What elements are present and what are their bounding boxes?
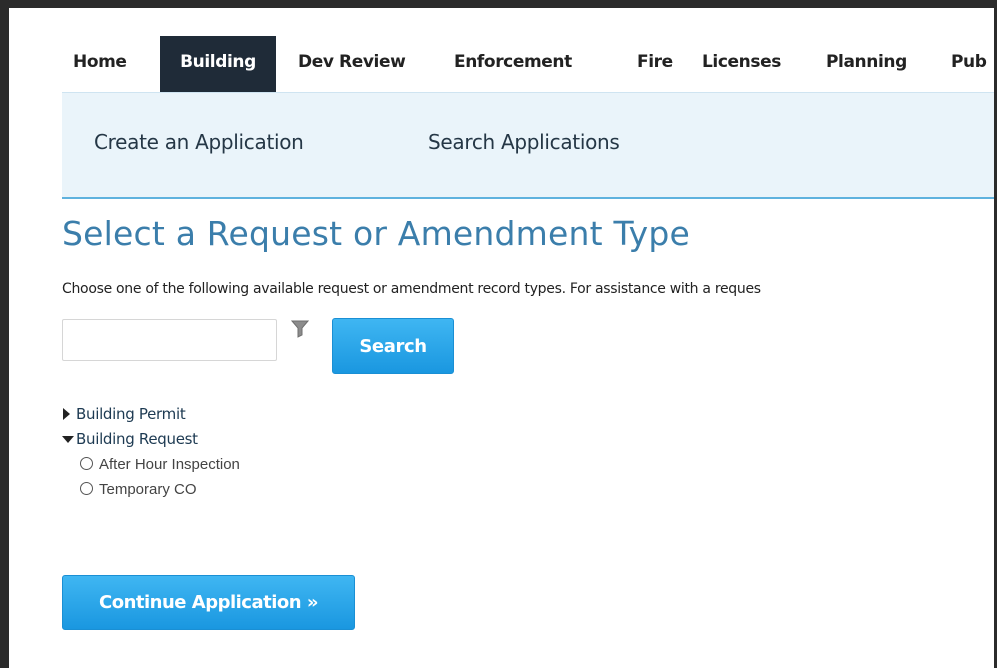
radio-button[interactable] — [80, 457, 93, 470]
tab-building[interactable]: Building — [160, 36, 276, 100]
tab-public-works[interactable]: Pub — [951, 36, 987, 92]
option-label: Temporary CO — [99, 481, 197, 498]
tree-node-building-request[interactable]: Building Request — [62, 430, 198, 449]
option-label: After Hour Inspection — [99, 456, 240, 473]
page-viewport: Home Building Dev Review Enforcement Fir… — [9, 8, 994, 668]
tree-node-label: Building Request — [76, 430, 198, 448]
tree-node-building-permit[interactable]: Building Permit — [62, 405, 186, 424]
window-frame-top — [0, 0, 997, 8]
option-after-hour-inspection[interactable]: After Hour Inspection — [80, 456, 240, 473]
caret-down-icon — [62, 431, 76, 449]
tab-building-label: Building — [180, 52, 256, 72]
main-navigation: Home Building Dev Review Enforcement Fir… — [62, 36, 994, 100]
search-applications-link[interactable]: Search Applications — [428, 130, 620, 154]
tab-licenses[interactable]: Licenses — [702, 36, 781, 92]
funnel-filter-icon[interactable] — [290, 320, 310, 338]
tab-dev-review[interactable]: Dev Review — [298, 36, 406, 92]
tab-home[interactable]: Home — [73, 36, 127, 92]
tab-fire[interactable]: Fire — [637, 36, 673, 92]
continue-application-button[interactable]: Continue Application » — [62, 575, 355, 630]
create-application-link[interactable]: Create an Application — [94, 130, 304, 154]
window-frame-left — [0, 0, 9, 668]
page-title: Select a Request or Amendment Type — [62, 214, 691, 253]
tab-planning[interactable]: Planning — [826, 36, 907, 92]
instructions-text: Choose one of the following available re… — [62, 281, 761, 297]
sub-navigation: Create an Application Search Application… — [62, 92, 994, 199]
radio-button[interactable] — [80, 482, 93, 495]
search-button[interactable]: Search — [332, 318, 454, 374]
option-temporary-co[interactable]: Temporary CO — [80, 481, 197, 498]
caret-right-icon — [62, 406, 76, 424]
tab-enforcement[interactable]: Enforcement — [454, 36, 572, 92]
tree-node-label: Building Permit — [76, 405, 186, 423]
search-input[interactable] — [62, 319, 277, 361]
